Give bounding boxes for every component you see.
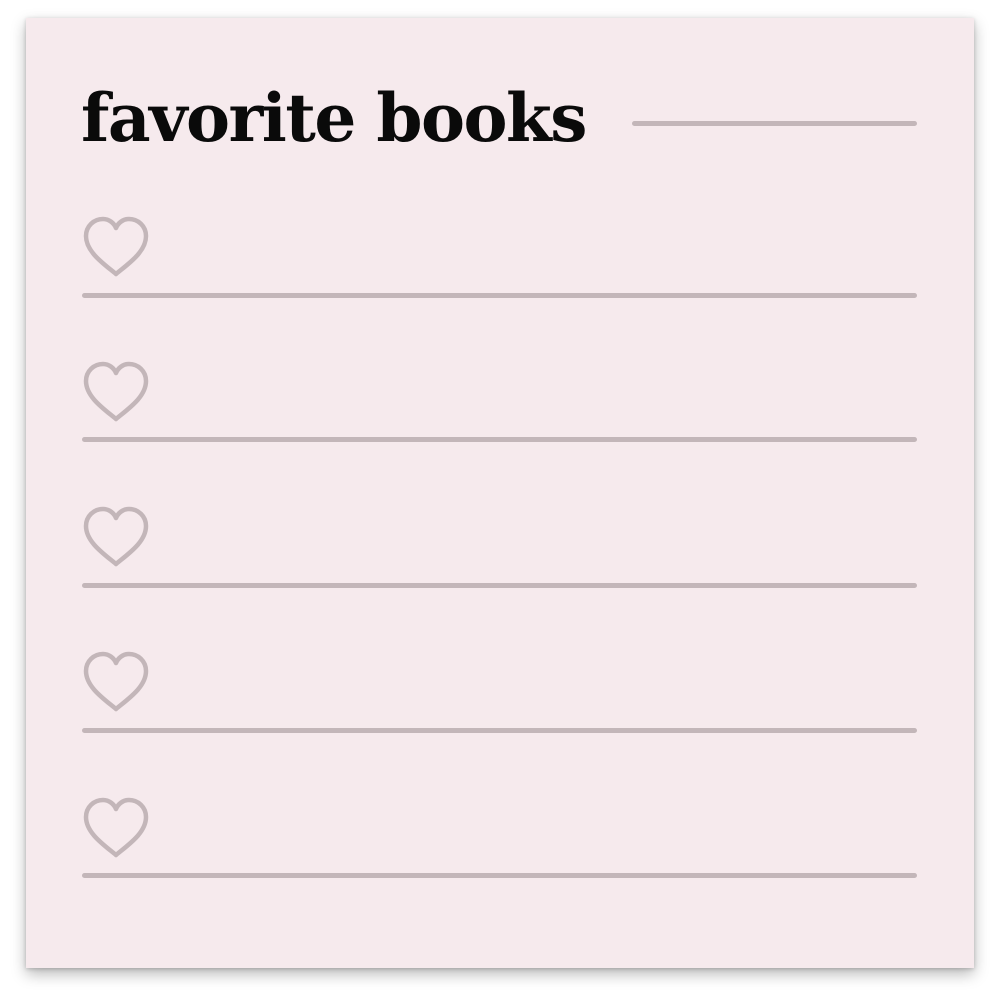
list-card: favorite books — [26, 18, 974, 968]
list-item — [26, 355, 974, 455]
list-item — [26, 791, 974, 891]
list-item-rule — [82, 437, 917, 442]
list-item-entry[interactable] — [176, 665, 916, 715]
title-rule — [632, 121, 917, 126]
list-item — [26, 645, 974, 745]
list-item-rule — [82, 873, 917, 878]
list-item-rule — [82, 293, 917, 298]
heart-icon — [80, 214, 152, 280]
heart-icon — [80, 359, 152, 425]
list-item-entry[interactable] — [176, 520, 916, 570]
heart-icon — [80, 504, 152, 570]
list-item — [26, 210, 974, 310]
heart-icon — [80, 795, 152, 861]
list-item — [26, 500, 974, 600]
list-item-rule — [82, 583, 917, 588]
page-title: favorite books — [81, 79, 587, 157]
heart-icon — [80, 649, 152, 715]
list-item-entry[interactable] — [176, 230, 916, 280]
list-item-entry[interactable] — [176, 375, 916, 425]
list-item-rule — [82, 728, 917, 733]
list-item-entry[interactable] — [176, 811, 916, 861]
